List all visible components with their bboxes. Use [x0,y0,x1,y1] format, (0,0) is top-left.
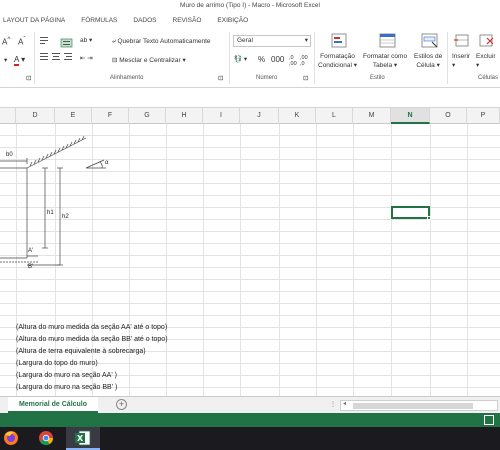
thousands-icon[interactable]: 000 [271,55,284,64]
number-dialog-icon[interactable]: ⊡ [303,74,308,82]
tab-view[interactable]: EXIBIÇÃO [214,12,261,30]
retaining-wall-drawing [0,135,106,266]
note-altura-terra: (Altura de terra equivalente à sobrecarg… [16,348,146,355]
status-bar [0,413,500,427]
column-headers: D E F G H I J K L M N O P [0,108,500,124]
note-largura-topo: (Largura do topo do muro) [16,360,98,367]
percent-icon[interactable]: % [258,55,265,64]
decimal-increase-icon[interactable]: ,0,00 [289,55,297,67]
tab-data[interactable]: DADOS [130,12,169,30]
column-header-i[interactable]: I [203,108,240,124]
window-title: Muro de arrimo (Tipo I) - Macro - Micros… [180,2,320,9]
chevron-down-icon: ▾ [304,37,308,44]
column-header-p[interactable]: P [467,108,500,124]
ribbon-tabs: LAYOUT DA PÁGINA FÓRMULAS DADOS REVISÃO … [0,12,500,30]
tab-page-layout[interactable]: LAYOUT DA PÁGINA [0,12,78,30]
label-b0: b0 [6,152,13,158]
scrollbar-thumb[interactable] [353,403,473,409]
font-grow-icon[interactable]: A^ [2,36,10,47]
orientation-icon[interactable]: ab ▾ [80,36,92,44]
excel-icon: X [75,430,91,446]
note-altura-aa: (Altura do muro medida da seção AA' até … [16,324,168,331]
column-header-n[interactable]: N [391,108,430,124]
worksheet-grid[interactable]: b0 α h1 h2 A' B' (Altura do muro medida … [0,124,500,396]
column-header-partial[interactable] [0,108,16,124]
ribbon: A^ Aˇ ▾ A ▾ ⊡ ab ▾ ⇤ ⇥ ⤶ Quebrar Texto A… [0,30,500,88]
decimal-decrease-icon[interactable]: ,00,0 [300,55,308,67]
conditional-format-icon [331,33,347,48]
column-header-g[interactable]: G [129,108,166,124]
label-alpha: α [105,160,109,166]
column-header-d[interactable]: D [16,108,55,124]
group-alignment-label: Alinhamento [110,75,144,81]
conditional-format-button[interactable]: Formatação Condicional ▾ [318,52,357,70]
tab-split-handle[interactable]: ⋮ [330,401,336,408]
group-number-label: Número [256,75,278,81]
taskbar: X [0,427,500,450]
column-header-j[interactable]: J [240,108,279,124]
borders-icon[interactable]: ▾ [4,56,7,64]
firefox-icon[interactable] [3,430,19,446]
column-header-o[interactable]: O [430,108,467,124]
column-header-l[interactable]: L [316,108,353,124]
wrap-text-icon: ⤶ [112,38,116,45]
column-header-m[interactable]: M [353,108,391,124]
number-format-select[interactable]: Geral ▾ [233,35,311,47]
wrap-text-button[interactable]: ⤶ Quebrar Texto Automaticamente [112,38,211,46]
cell-styles-icon [421,33,438,48]
sheet-tab-bar: Memorial de Cálculo + ⋮ ◂ [0,396,500,413]
label-h1: h1 [47,210,54,216]
sheet-tab-memorial[interactable]: Memorial de Cálculo [8,397,98,413]
insert-button[interactable]: Inserir ▾ [452,52,470,70]
selected-cell[interactable] [391,206,431,220]
font-shrink-icon[interactable]: Aˇ [18,36,26,47]
tab-review[interactable]: REVISÃO [170,12,215,30]
column-header-f[interactable]: F [92,108,129,124]
formula-bar-area[interactable] [0,88,500,108]
tab-formulas[interactable]: FÓRMULAS [78,12,130,30]
chrome-icon[interactable] [38,430,54,446]
svg-text:X: X [77,434,84,443]
merge-center-button[interactable]: ⊟ Mesclar e Centralizar ▾ [112,56,186,64]
font-color-icon[interactable]: A ▾ [14,55,25,66]
column-header-e[interactable]: E [55,108,92,124]
font-dialog-icon[interactable]: ⊡ [26,74,31,82]
note-largura-aa: (Largura do muro na seção AA' ) [16,372,117,379]
note-largura-bb: (Largura do muro na seção BB' ) [16,384,118,391]
insert-cells-icon [454,34,469,47]
label-h2: h2 [62,214,69,220]
column-header-h[interactable]: H [166,108,203,124]
format-table-button[interactable]: Formatar como Tabela ▾ [363,52,407,70]
label-a-prime: A' [28,248,34,254]
merge-icon: ⊟ [112,57,118,64]
excel-taskbar-button[interactable]: X [66,427,100,450]
group-styles-label: Estilo [370,75,385,81]
currency-format-icon[interactable]: 💱 ▾ [234,55,247,63]
alignment-dialog-icon[interactable]: ⊡ [218,74,223,82]
delete-cells-icon [479,34,494,47]
format-table-icon [379,33,396,48]
scroll-left-icon[interactable]: ◂ [343,400,346,407]
indent-icon[interactable]: ⇤ ⇥ [80,54,93,62]
note-altura-bb: (Altura do muro medida da seção BB' até … [16,336,168,343]
add-sheet-icon[interactable]: + [116,399,127,410]
delete-button[interactable]: Excluir ▾ [476,52,496,70]
normal-view-icon[interactable] [484,415,494,425]
label-b-prime: B' [28,264,34,270]
column-header-k[interactable]: K [279,108,316,124]
group-cells-label: Células [478,75,499,81]
cell-styles-button[interactable]: Estilos de Célula ▾ [414,52,442,70]
horizontal-scrollbar[interactable]: ◂ [340,400,498,411]
